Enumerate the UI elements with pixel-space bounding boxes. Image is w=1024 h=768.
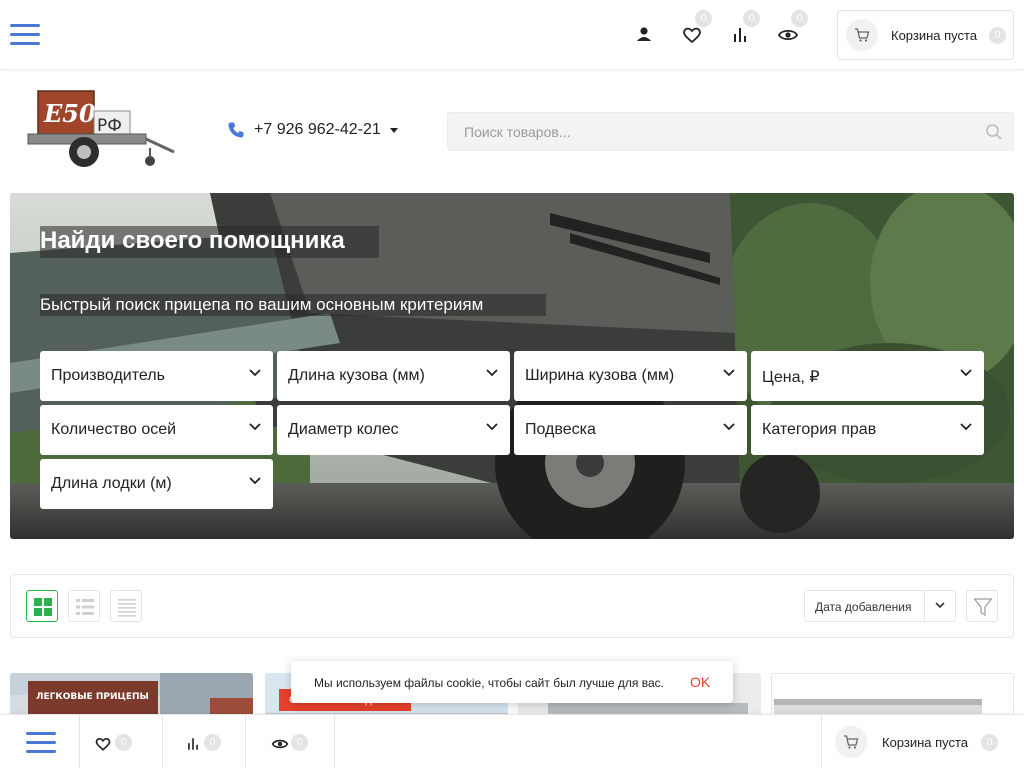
hero-subtitle: Быстрый поиск прицепа по вашим основным … xyxy=(40,295,484,314)
chevron-down-icon xyxy=(486,423,498,431)
filter-toggle-button[interactable] xyxy=(966,590,998,622)
view-grid-button[interactable] xyxy=(26,590,58,622)
eye-icon xyxy=(777,29,799,41)
compare-icon xyxy=(734,28,746,42)
cookie-notice: Мы используем файлы cookie, чтобы сайт б… xyxy=(291,661,733,703)
cart-icon xyxy=(846,19,878,51)
filter-license-category[interactable]: Категория прав xyxy=(751,405,984,455)
view-list-button[interactable] xyxy=(68,590,100,622)
chevron-down-icon xyxy=(960,423,972,431)
favorites-button[interactable]: 0 xyxy=(681,10,712,46)
search-box xyxy=(447,112,1014,151)
chevron-down-icon xyxy=(723,423,735,431)
menu-icon xyxy=(26,730,56,754)
bottom-cart-button[interactable]: Корзина пуста 0 xyxy=(821,715,1024,768)
compare-icon xyxy=(188,738,198,750)
filter-label: Длина лодки (м) xyxy=(51,475,172,492)
chevron-down-icon xyxy=(723,369,735,377)
filter-label: Ширина кузова (мм) xyxy=(525,367,675,384)
bottom-favorites-button[interactable]: 0 xyxy=(80,715,163,768)
hero-title: Найди своего помощника xyxy=(40,227,345,254)
bottom-menu-button[interactable] xyxy=(0,715,80,768)
bottom-bar: 0 0 0 Корзина пуста 0 xyxy=(0,714,1024,768)
heart-icon xyxy=(683,27,701,44)
phone-number: +7 926 962-42-21 xyxy=(254,121,381,138)
filter-axles[interactable]: Количество осей xyxy=(40,405,273,455)
site-logo[interactable]: E50 РФ xyxy=(24,86,179,174)
logo-mark-rf: РФ xyxy=(97,116,122,136)
sort-label: Дата добавления xyxy=(815,600,912,614)
filter-label: Подвеска xyxy=(525,421,596,438)
cart-label: Корзина пуста xyxy=(891,28,978,43)
filter-suspension[interactable]: Подвеска xyxy=(514,405,747,455)
phone-dropdown[interactable]: +7 926 962-42-21 xyxy=(227,121,398,139)
logo-mark-e50: E50 xyxy=(43,99,96,128)
chevron-down-icon xyxy=(249,369,261,377)
chevron-down-icon xyxy=(486,369,498,377)
filter-wheel-diameter[interactable]: Диаметр колес xyxy=(277,405,510,455)
hero-banner: Найди своего помощника Быстрый поиск при… xyxy=(10,193,1014,539)
compare-count-badge: 0 xyxy=(743,10,760,27)
sort-select[interactable]: Дата добавления xyxy=(804,590,956,622)
phone-icon xyxy=(228,122,244,138)
catalog-toolbar: Дата добавления xyxy=(10,574,1014,638)
search-input[interactable] xyxy=(448,113,968,150)
cart-icon xyxy=(835,726,867,758)
filter-body-length[interactable]: Длина кузова (мм) xyxy=(277,351,510,401)
filter-label: Длина кузова (мм) xyxy=(288,367,425,384)
filter-body-width[interactable]: Ширина кузова (мм) xyxy=(514,351,747,401)
chevron-down-icon xyxy=(935,602,945,609)
viewed-count-badge: 0 xyxy=(791,10,808,27)
view-table-button[interactable] xyxy=(110,590,142,622)
eye-icon xyxy=(271,739,289,749)
search-icon[interactable] xyxy=(985,123,1003,141)
compare-button[interactable]: 0 xyxy=(729,10,760,46)
table-view-icon xyxy=(118,599,136,617)
bottom-viewed-button[interactable]: 0 xyxy=(246,715,335,768)
filter-label: Цена, ₽ xyxy=(762,369,820,386)
header-cart-button[interactable]: Корзина пуста 0 xyxy=(837,10,1014,60)
chevron-down-icon xyxy=(960,369,972,377)
compare-count-badge: 0 xyxy=(204,734,221,751)
list-view-icon xyxy=(76,599,94,615)
filter-price[interactable]: Цена, ₽ xyxy=(751,351,984,401)
heart-icon xyxy=(95,737,111,751)
filter-manufacturer[interactable]: Производитель xyxy=(40,351,273,401)
cart-count-badge: 0 xyxy=(989,27,1006,44)
bottom-compare-button[interactable]: 0 xyxy=(163,715,246,768)
cart-count-badge: 0 xyxy=(981,734,998,751)
filter-label: Диаметр колес xyxy=(288,421,399,438)
top-header: 0 0 0 Корзина пуста 0 xyxy=(0,0,1024,70)
filter-boat-length[interactable]: Длина лодки (м) xyxy=(40,459,273,509)
cookie-text: Мы используем файлы cookie, чтобы сайт б… xyxy=(314,676,665,690)
cookie-ok-button[interactable]: OK xyxy=(690,674,710,690)
favorites-count-badge: 0 xyxy=(115,734,132,751)
filter-icon xyxy=(973,598,993,617)
grid-view-icon xyxy=(34,598,52,616)
filter-label: Количество осей xyxy=(51,421,177,438)
viewed-count-badge: 0 xyxy=(291,734,308,751)
card-banner-text: ЛЕГКОВЫЕ ПРИЦЕПЫ xyxy=(36,692,149,702)
menu-icon[interactable] xyxy=(10,22,40,46)
filter-label: Производитель xyxy=(51,367,165,384)
chevron-down-icon xyxy=(389,127,398,133)
user-icon[interactable] xyxy=(633,24,655,46)
favorites-count-badge: 0 xyxy=(695,10,712,27)
filter-label: Категория прав xyxy=(762,421,877,438)
sort-divider xyxy=(924,591,925,621)
chevron-down-icon xyxy=(249,423,261,431)
cart-label: Корзина пуста xyxy=(882,735,969,750)
viewed-button[interactable]: 0 xyxy=(777,10,808,46)
chevron-down-icon xyxy=(249,477,261,485)
